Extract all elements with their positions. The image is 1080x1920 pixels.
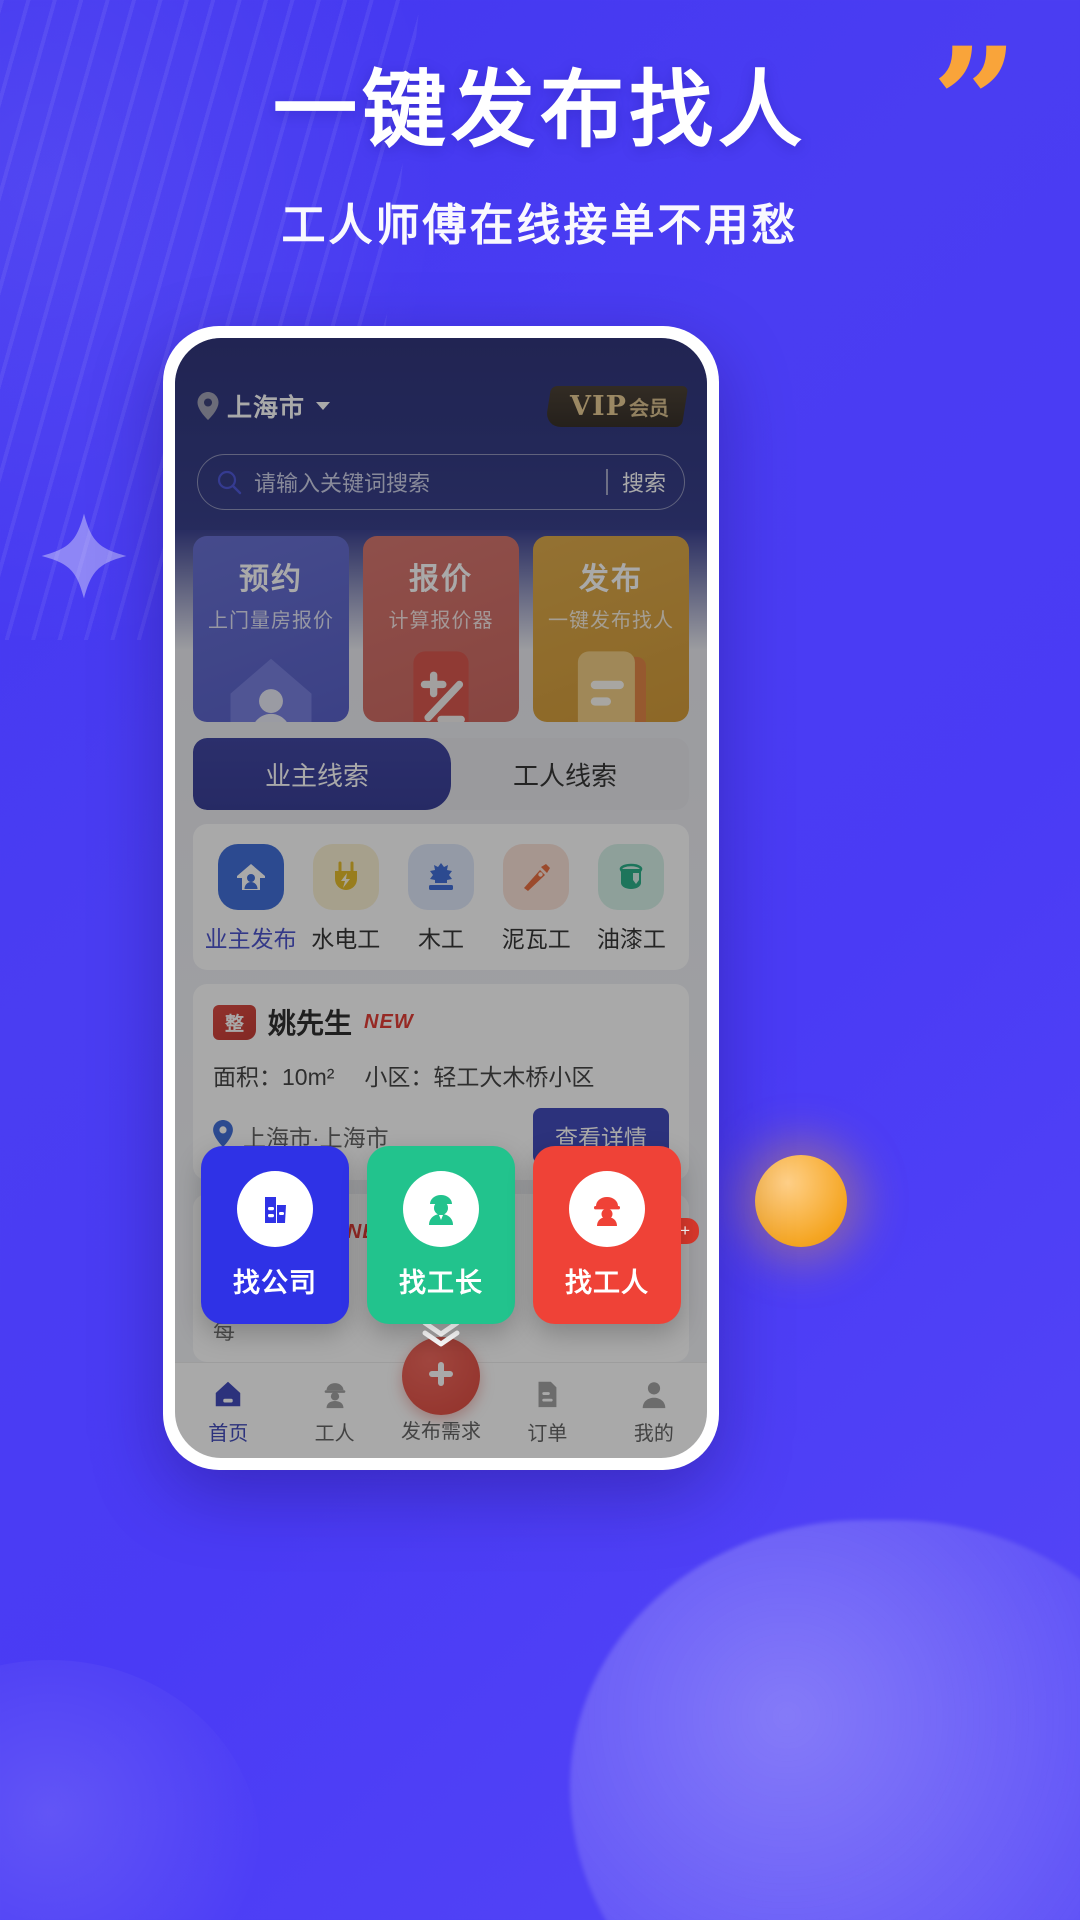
- feature-card-row: 预约 上门量房报价 报价 计算报价器 发布 一键发布找人: [193, 530, 689, 722]
- feature-card-publish[interactable]: 发布 一键发布找人: [533, 536, 689, 722]
- nav-item-workers[interactable]: 工人: [281, 1376, 387, 1446]
- vip-badge-secondary: 会员: [629, 397, 669, 420]
- double-chevron-down-icon[interactable]: [419, 1319, 463, 1354]
- page-subtitle: 工人师傅在线接单不用愁: [281, 200, 799, 250]
- nav-label: 我的: [633, 1422, 674, 1445]
- plus-icon: [421, 1354, 461, 1399]
- home-icon: [175, 1376, 281, 1412]
- background-blob-bottom-right: [570, 1520, 1080, 1920]
- category-item-owner-publish[interactable]: 业主发布: [203, 844, 298, 954]
- category-row: 业主发布 水电工 木工 泥瓦工 油漆工: [193, 824, 689, 970]
- feature-card-appointment[interactable]: 预约 上门量房报价: [193, 536, 349, 722]
- listing-name: 姚先生: [268, 1008, 353, 1039]
- feature-card-title: 发布: [579, 563, 643, 596]
- vip-badge-primary: VIP: [570, 390, 627, 422]
- category-label: 业主发布: [204, 926, 297, 952]
- category-item-painter[interactable]: 油漆工: [584, 844, 679, 954]
- order-document-icon: [494, 1376, 600, 1412]
- area-value: 10m²: [282, 1064, 335, 1090]
- search-input-placeholder[interactable]: 请输入关键词搜索: [254, 466, 606, 498]
- quick-action-label: 找工人: [565, 1267, 649, 1298]
- vip-badge[interactable]: VIP 会员: [544, 385, 689, 427]
- document-list-icon: [533, 644, 689, 722]
- nav-item-orders[interactable]: 订单: [494, 1376, 600, 1446]
- plug-bolt-icon: [312, 844, 379, 910]
- background-orange-dot: [755, 1155, 847, 1247]
- background-blob-bottom-left: [0, 1660, 260, 1920]
- feature-card-subtitle: 一键发布找人: [548, 610, 674, 632]
- location-label: 上海市: [227, 394, 306, 422]
- nav-label: 工人: [314, 1422, 355, 1445]
- community-value: 轻工大木桥小区: [433, 1064, 595, 1090]
- saw-bench-icon: [408, 844, 474, 910]
- listing-meta: 面积：10m² 小区：轻工大木桥小区: [213, 1058, 669, 1092]
- hero-text-block: 一键发布找人 工人师傅在线接单不用愁: [0, 62, 1080, 253]
- quick-action-overlay: 找公司 找工长 找工人: [175, 1146, 707, 1324]
- building-icon: [237, 1170, 313, 1247]
- quick-action-label: 找工长: [399, 1267, 483, 1298]
- feature-card-subtitle: 计算报价器: [388, 610, 494, 632]
- search-icon: [216, 469, 242, 495]
- worker-helmet-icon: [569, 1170, 645, 1247]
- category-label: 泥瓦工: [501, 926, 571, 952]
- background-star-icon: [38, 510, 130, 602]
- new-tag: NEW: [364, 1010, 414, 1033]
- foreman-icon: [403, 1170, 479, 1247]
- bottom-navigation: 首页 工人 发布需求 订单 我的: [175, 1337, 707, 1458]
- search-bar[interactable]: 请输入关键词搜索 搜索: [197, 454, 685, 510]
- find-foreman-button[interactable]: 找工长: [367, 1146, 515, 1324]
- search-button[interactable]: 搜索: [622, 466, 678, 498]
- quick-action-label: 找公司: [233, 1267, 317, 1298]
- category-item-mason[interactable]: 泥瓦工: [489, 844, 584, 954]
- location-selector[interactable]: 上海市: [197, 388, 331, 424]
- lead-type-tabs: 业主线索 工人线索: [193, 738, 689, 810]
- chevron-down-icon: [316, 402, 331, 410]
- category-label: 木工: [418, 926, 464, 952]
- nav-item-home[interactable]: 首页: [175, 1376, 281, 1446]
- area-label: 面积：: [213, 1064, 282, 1090]
- house-person-icon: [193, 644, 349, 722]
- feature-card-title: 报价: [409, 563, 473, 596]
- profile-icon: [601, 1376, 707, 1412]
- worker-icon: [281, 1376, 387, 1412]
- phone-mockup: 上海市 VIP 会员 请输入关键词搜索 搜索 预约 上门量房报价 报价 计算报价…: [163, 326, 719, 1470]
- community-label: 小区：: [364, 1064, 434, 1090]
- nav-label: 首页: [208, 1422, 249, 1445]
- tab-worker-leads[interactable]: 工人线索: [441, 738, 689, 810]
- find-worker-button[interactable]: 找工人: [533, 1146, 681, 1324]
- search-divider: [606, 469, 608, 495]
- feature-card-title: 预约: [239, 563, 303, 596]
- phone-screen: 上海市 VIP 会员 请输入关键词搜索 搜索 预约 上门量房报价 报价 计算报价…: [175, 338, 707, 1458]
- category-item-electrician[interactable]: 水电工: [298, 844, 393, 954]
- category-label: 油漆工: [596, 926, 666, 952]
- paint-bucket-icon: [598, 844, 665, 910]
- house-user-icon: [217, 844, 284, 910]
- feature-card-subtitle: 上门量房报价: [208, 610, 334, 632]
- feature-card-quote[interactable]: 报价 计算报价器: [363, 536, 519, 722]
- quote-mark-icon: ”: [931, 15, 1018, 191]
- status-badge: 整: [213, 1004, 257, 1040]
- page-title: 一键发布找人: [272, 63, 807, 157]
- nav-label: 订单: [527, 1422, 568, 1445]
- tab-owner-leads[interactable]: 业主线索: [193, 738, 441, 810]
- search-section: 请输入关键词搜索 搜索: [175, 444, 707, 530]
- nav-label: 发布需求: [401, 1421, 481, 1443]
- listing-header: 整 姚先生 NEW: [213, 1002, 669, 1042]
- category-label: 水电工: [311, 926, 381, 952]
- trowel-icon: [503, 844, 570, 910]
- nav-item-profile[interactable]: 我的: [601, 1376, 707, 1446]
- calculator-icon: [363, 644, 519, 722]
- location-pin-icon: [197, 392, 219, 420]
- category-item-carpenter[interactable]: 木工: [393, 844, 488, 954]
- find-company-button[interactable]: 找公司: [201, 1146, 349, 1324]
- app-header: 上海市 VIP 会员: [175, 338, 707, 444]
